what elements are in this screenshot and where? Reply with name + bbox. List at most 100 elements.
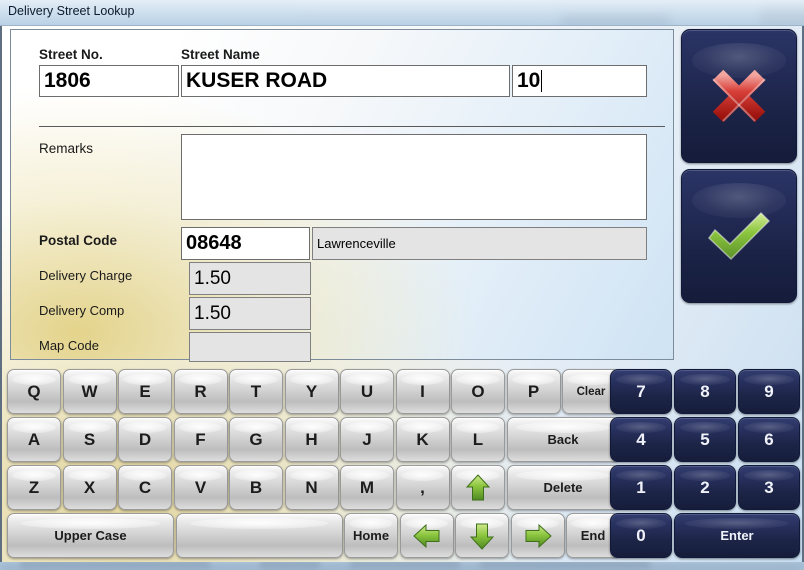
key-arrow-down[interactable] <box>455 513 509 558</box>
key-y[interactable]: Y <box>284 369 339 414</box>
numkey-7-label: 7 <box>636 381 646 401</box>
delivery-charge-label: Delivery Charge <box>39 268 133 283</box>
numkey-4-label: 4 <box>636 429 646 449</box>
key-d-label: D <box>138 429 152 449</box>
postal-code-input[interactable]: 08648 <box>181 227 310 260</box>
key-l[interactable]: L <box>451 417 505 462</box>
key-u-label: U <box>360 381 374 401</box>
key-w[interactable]: W <box>62 369 117 414</box>
key-f[interactable]: F <box>173 417 228 462</box>
key-r[interactable]: R <box>173 369 228 414</box>
key-a[interactable]: A <box>7 417 61 462</box>
map-code-input[interactable] <box>189 332 311 362</box>
key-g[interactable]: G <box>229 417 283 462</box>
key-upper-case[interactable]: Upper Case <box>7 513 174 558</box>
delivery-charge-value: 1.50 <box>194 267 231 289</box>
street-name-input[interactable]: KUSER ROAD <box>181 65 510 97</box>
remarks-textarea[interactable] <box>181 134 647 220</box>
numkey-6[interactable]: 6 <box>738 417 800 462</box>
on-screen-keyboard: Q W E R T Y U I O P Clear A S D F G H J K L Back Z X C V B N M, Dele… <box>2 366 804 562</box>
key-f-label: F <box>195 429 206 449</box>
key-z-label: Z <box>28 477 40 497</box>
key-j[interactable]: J <box>340 417 394 462</box>
street-no-value: 1806 <box>44 69 91 92</box>
key-k[interactable]: K <box>395 417 450 462</box>
key-m[interactable]: M <box>340 465 394 510</box>
key-comma[interactable]: , <box>395 465 450 510</box>
numkey-5-label: 5 <box>700 429 710 449</box>
key-n[interactable]: N <box>284 465 339 510</box>
lookup-form-panel: Street No. Street Name 1806 KUSER ROAD 1… <box>10 29 674 362</box>
numkey-5[interactable]: 5 <box>674 417 736 462</box>
key-i[interactable]: I <box>395 369 450 414</box>
key-comma-label: , <box>420 477 425 497</box>
key-back[interactable]: Back <box>506 417 620 462</box>
key-p[interactable]: P <box>506 369 561 414</box>
arrow-down-icon <box>466 520 498 552</box>
arrow-left-icon <box>411 520 443 552</box>
numkey-8[interactable]: 8 <box>674 369 736 414</box>
key-delete[interactable]: Delete <box>506 465 620 510</box>
numkey-1[interactable]: 1 <box>610 465 672 510</box>
street-suffix-input[interactable]: 10 <box>512 65 647 97</box>
key-e-label: E <box>139 381 151 401</box>
key-b-label: B <box>249 477 263 497</box>
key-b[interactable]: B <box>229 465 283 510</box>
key-c[interactable]: C <box>118 465 172 510</box>
city-field: Lawrenceville <box>312 227 647 260</box>
cancel-button[interactable] <box>681 29 797 163</box>
key-e[interactable]: E <box>118 369 172 414</box>
key-o-label: O <box>471 381 485 401</box>
green-check-icon <box>682 208 796 264</box>
key-t[interactable]: T <box>229 369 283 414</box>
key-n-label: N <box>305 477 318 497</box>
key-s-label: S <box>83 429 96 449</box>
key-r-label: R <box>194 381 207 401</box>
key-k-label: K <box>416 429 429 449</box>
key-home[interactable]: Home <box>344 513 398 558</box>
numkey-7[interactable]: 7 <box>610 369 672 414</box>
key-z[interactable]: Z <box>7 465 61 510</box>
confirm-button[interactable] <box>681 169 797 303</box>
key-h-label: H <box>305 429 318 449</box>
delivery-comp-label: Delivery Comp <box>39 303 125 318</box>
key-u[interactable]: U <box>340 369 394 414</box>
key-arrow-right[interactable] <box>510 513 565 558</box>
key-clear-label: Clear <box>576 385 606 398</box>
key-x[interactable]: X <box>62 465 117 510</box>
key-arrow-left[interactable] <box>399 513 454 558</box>
window-client-area: Street No. Street Name 1806 KUSER ROAD 1… <box>0 26 804 562</box>
postal-code-value: 08648 <box>186 232 242 254</box>
key-i-label: I <box>420 381 425 401</box>
delivery-comp-value: 1.50 <box>194 302 231 324</box>
delivery-charge-input[interactable]: 1.50 <box>189 262 311 295</box>
section-divider <box>39 126 665 127</box>
numkey-enter[interactable]: Enter <box>674 513 800 558</box>
numkey-0[interactable]: 0 <box>610 513 672 558</box>
numkey-0-label: 0 <box>636 525 646 545</box>
numkey-2[interactable]: 2 <box>674 465 736 510</box>
delivery-comp-input[interactable]: 1.50 <box>189 297 311 330</box>
key-arrow-up[interactable] <box>451 465 505 510</box>
key-l-label: L <box>472 429 484 449</box>
numkey-3[interactable]: 3 <box>738 465 800 510</box>
postal-code-label: Postal Code <box>39 233 118 248</box>
numkey-9[interactable]: 9 <box>738 369 800 414</box>
key-s[interactable]: S <box>62 417 117 462</box>
arrow-up-icon <box>462 472 494 504</box>
key-home-label: Home <box>352 528 390 543</box>
numkey-4[interactable]: 4 <box>610 417 672 462</box>
key-j-label: J <box>362 429 372 449</box>
red-x-icon <box>682 66 796 126</box>
key-o[interactable]: O <box>451 369 505 414</box>
street-name-label: Street Name <box>181 47 260 62</box>
key-d[interactable]: D <box>118 417 172 462</box>
key-v[interactable]: V <box>173 465 228 510</box>
map-code-label: Map Code <box>39 338 99 353</box>
street-no-input[interactable]: 1806 <box>39 65 179 97</box>
numkey-2-label: 2 <box>700 477 710 497</box>
key-h[interactable]: H <box>284 417 339 462</box>
key-g-label: G <box>249 429 263 449</box>
key-space[interactable] <box>175 513 343 558</box>
key-q[interactable]: Q <box>7 369 61 414</box>
